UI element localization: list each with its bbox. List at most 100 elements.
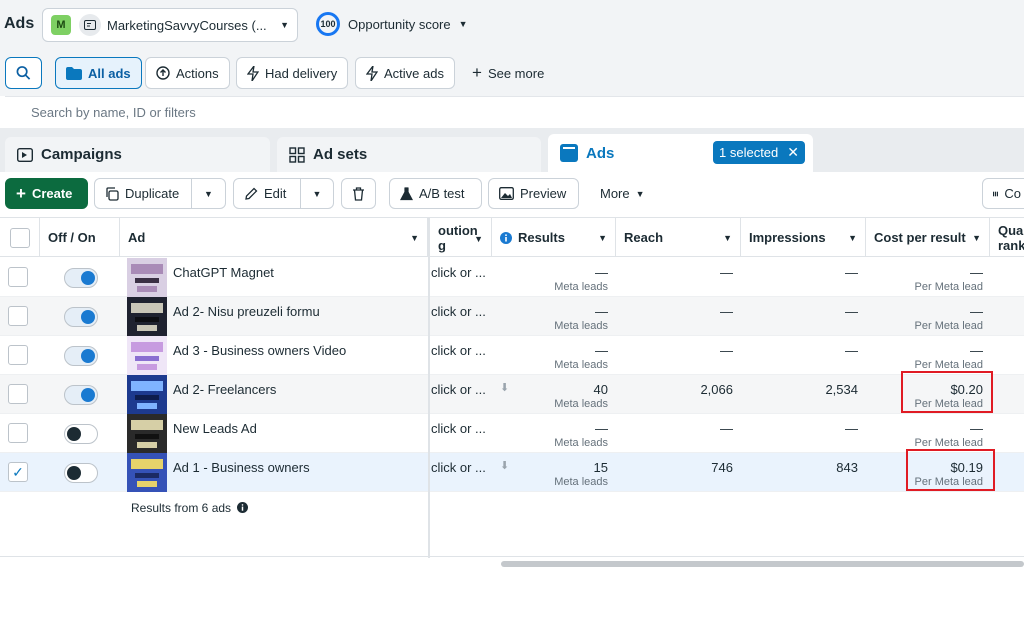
filter-all-ads-label: All ads	[88, 65, 131, 81]
results-summary: Results from 6 ads	[131, 501, 249, 515]
arrow-up-circle-icon	[156, 66, 170, 80]
column-header-ad[interactable]: Ad ▼	[120, 218, 428, 257]
account-selector[interactable]: M MarketingSavvyCourses (... ▼	[42, 8, 298, 42]
ad-name[interactable]: New Leads Ad	[173, 421, 257, 436]
column-header-impressions[interactable]: Impressions ▼	[741, 218, 866, 257]
filter-all-ads[interactable]: All ads	[55, 57, 142, 89]
results-value: —	[595, 304, 608, 319]
filter-had-delivery-label: Had delivery	[265, 65, 338, 81]
ad-name[interactable]: Ad 2- Freelancers	[173, 382, 276, 397]
filter-bar: All ads Actions Had delivery Active ads …	[0, 50, 1024, 96]
row-checkbox[interactable]	[8, 345, 28, 365]
reach-value: —	[720, 265, 733, 280]
row-checkbox[interactable]	[8, 423, 28, 443]
ad-thumbnail[interactable]	[127, 258, 167, 297]
pencil-icon	[245, 187, 258, 200]
filter-had-delivery[interactable]: Had delivery	[236, 57, 349, 89]
results-type: Meta leads	[554, 281, 608, 293]
attribution-setting: click or ...	[431, 421, 486, 436]
row-checkbox[interactable]	[8, 384, 28, 404]
search-button[interactable]	[5, 57, 42, 89]
impressions-value: 843	[836, 460, 858, 475]
attribution-setting: click or ...	[431, 304, 486, 319]
table-row[interactable]: ✓ Ad 1 - Business owners click or ... ⬇ …	[0, 449, 1024, 492]
tab-ads-label: Ads	[586, 144, 615, 162]
column-header-cost-per-result[interactable]: Cost per result ▼	[866, 218, 990, 257]
duplicate-button[interactable]: Duplicate	[94, 178, 192, 209]
edit-button[interactable]: Edit	[233, 178, 301, 209]
grid-icon	[289, 146, 305, 163]
ad-status-toggle[interactable]	[64, 385, 98, 405]
table-row[interactable]: ChatGPT Magnet click or ... — Meta leads…	[0, 258, 1024, 297]
row-checkbox[interactable]	[8, 306, 28, 326]
column-header-reach[interactable]: Reach ▼	[616, 218, 741, 257]
info-icon	[237, 502, 249, 513]
column-header-attribution[interactable]: oution g ▼	[430, 218, 492, 257]
ad-name[interactable]: Ad 2- Nisu preuzeli formu	[173, 304, 320, 319]
preview-button[interactable]: Preview	[488, 178, 579, 209]
column-header-quality-line2: rank	[998, 237, 1024, 253]
ad-name[interactable]: Ad 1 - Business owners	[173, 460, 310, 475]
download-icon[interactable]: ⬇	[500, 381, 509, 394]
row-checkbox[interactable]: ✓	[8, 462, 28, 482]
results-value: 40	[593, 382, 608, 397]
chevron-down-icon: ▼	[972, 232, 981, 243]
cost-per-result-type: Per Meta lead	[914, 437, 983, 449]
table-row[interactable]: Ad 3 - Business owners Video click or ..…	[0, 336, 1024, 375]
column-header-quality-ranking[interactable]: Qual rank	[990, 218, 1024, 257]
ad-name[interactable]: ChatGPT Magnet	[173, 265, 274, 280]
ad-status-toggle[interactable]	[64, 463, 98, 483]
columns-button[interactable]: Co	[982, 178, 1024, 209]
column-header-attribution-line2: g	[438, 237, 446, 253]
table-row[interactable]: Ad 2- Freelancers click or ... ⬇ 40 Meta…	[0, 371, 1024, 414]
create-button[interactable]: + Create	[5, 178, 88, 209]
download-icon[interactable]: ⬇	[500, 459, 509, 472]
tab-ad-sets[interactable]: Ad sets	[277, 137, 541, 172]
column-header-results[interactable]: Results ▼	[492, 218, 616, 257]
filter-active-ads[interactable]: Active ads	[355, 57, 455, 89]
attribution-setting: click or ...	[431, 265, 486, 280]
account-name: MarketingSavvyCourses (...	[107, 17, 267, 33]
ad-thumbnail[interactable]	[127, 297, 167, 336]
see-more-label: See more	[487, 65, 545, 81]
opportunity-score[interactable]: 100 Opportunity score ▼	[316, 12, 468, 36]
tab-campaigns[interactable]: Campaigns	[5, 137, 270, 172]
selected-badge[interactable]: 1 selected ✕	[713, 141, 805, 164]
ad-status-toggle[interactable]	[64, 307, 98, 327]
impressions-value: —	[845, 304, 858, 319]
edit-label: Edit	[264, 186, 287, 201]
table-row[interactable]: New Leads Ad click or ... — Meta leads —…	[0, 414, 1024, 453]
ad-thumbnail[interactable]	[127, 375, 167, 414]
edit-dropdown[interactable]: ▼	[300, 178, 334, 209]
ad-status-toggle[interactable]	[64, 268, 98, 288]
close-icon[interactable]: ✕	[787, 144, 799, 161]
chevron-down-icon: ▼	[723, 232, 732, 243]
lightning-icon	[366, 65, 378, 81]
results-type: Meta leads	[554, 359, 608, 371]
filter-actions[interactable]: Actions	[145, 57, 230, 89]
table-row[interactable]: Ad 2- Nisu preuzeli formu click or ... —…	[0, 297, 1024, 336]
see-more-filters[interactable]: + See more	[462, 57, 554, 89]
impressions-value: 2,534	[825, 382, 858, 397]
horizontal-scrollbar[interactable]	[501, 561, 1024, 567]
ad-status-toggle[interactable]	[64, 424, 98, 444]
results-value: —	[595, 343, 608, 358]
ad-thumbnail[interactable]	[127, 453, 167, 492]
row-checkbox[interactable]	[8, 267, 28, 287]
ad-name[interactable]: Ad 3 - Business owners Video	[173, 343, 346, 358]
ad-thumbnail[interactable]	[127, 414, 167, 453]
page-title: Ads	[4, 15, 35, 32]
more-button[interactable]: More ▼	[590, 178, 655, 209]
column-header-off-on[interactable]: Off / On	[40, 218, 120, 257]
delete-button[interactable]	[341, 178, 376, 209]
ad-status-toggle[interactable]	[64, 346, 98, 366]
ab-test-button[interactable]: A/B test	[389, 178, 482, 209]
select-all-checkbox[interactable]	[9, 227, 30, 248]
chevron-down-icon: ▼	[848, 232, 857, 243]
cost-per-result-value: —	[970, 265, 983, 280]
chevron-down-icon: ▼	[312, 188, 322, 199]
ad-thumbnail[interactable]	[127, 336, 167, 375]
opportunity-score-label: Opportunity score	[348, 16, 451, 32]
search-input[interactable]	[5, 97, 605, 127]
duplicate-dropdown[interactable]: ▼	[191, 178, 226, 209]
